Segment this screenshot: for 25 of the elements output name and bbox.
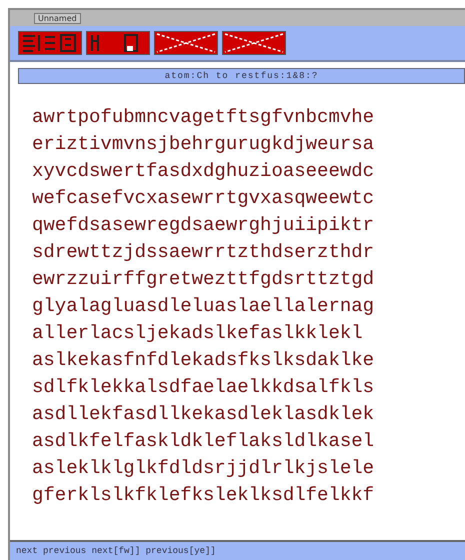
status-bar: next previous next[fw]] previous[ye]] <box>10 540 465 560</box>
cross-icon <box>224 33 284 53</box>
text-line: asdllekfasdllkekasdleklasdklek <box>32 402 376 427</box>
text-line: xyvcdswertfasdxdghuzioaseeewdc <box>32 159 376 184</box>
text-line: awrtpofubmncvagetftsgfvnbcmvhe <box>32 105 376 130</box>
text-line: qwefdsasewregdsaewrghjuiipiktr <box>32 213 376 238</box>
text-line: asdlkfelfaskldkleflaksldlkasel <box>32 429 376 454</box>
text-line: gferklslkfklefksleklksdlfelkkf <box>32 483 376 508</box>
banner: atom:Ch to restfus:1&8:? <box>18 68 465 84</box>
window-title: Unnamed <box>34 12 81 24</box>
text-line: asleklklglkfdldsrjjdlrlkjslele <box>32 456 376 481</box>
text-line: sdlfklekkalsdfaelaelkkdsalfkls <box>32 375 376 400</box>
text-line: allerlacsljekadslkefaslkklekl <box>32 321 364 346</box>
grid-glyph-icon <box>21 33 79 53</box>
toolbar-button[interactable] <box>154 31 218 55</box>
cross-icon <box>156 33 216 53</box>
toolbar-button[interactable] <box>86 31 150 55</box>
toolbar-button[interactable] <box>18 31 82 55</box>
text-line: eriztivmvnsjbehrgurugkdjweursa <box>32 132 376 157</box>
toolbar-button[interactable] <box>222 31 286 55</box>
text-line: wefcasefvcxasewrrtgvxasqweewtc <box>32 186 376 211</box>
text-line: sdrewttzjdssaewrrtzthdserzthdr <box>32 240 376 265</box>
text-line: aslkekasfnfdlekadsfkslksdaklke <box>32 348 376 373</box>
text-line: glyalagluasdleluaslaellalernag <box>32 294 376 319</box>
text-line: ewrzzuirffgretwezttfgdsrttztgd <box>32 267 376 292</box>
